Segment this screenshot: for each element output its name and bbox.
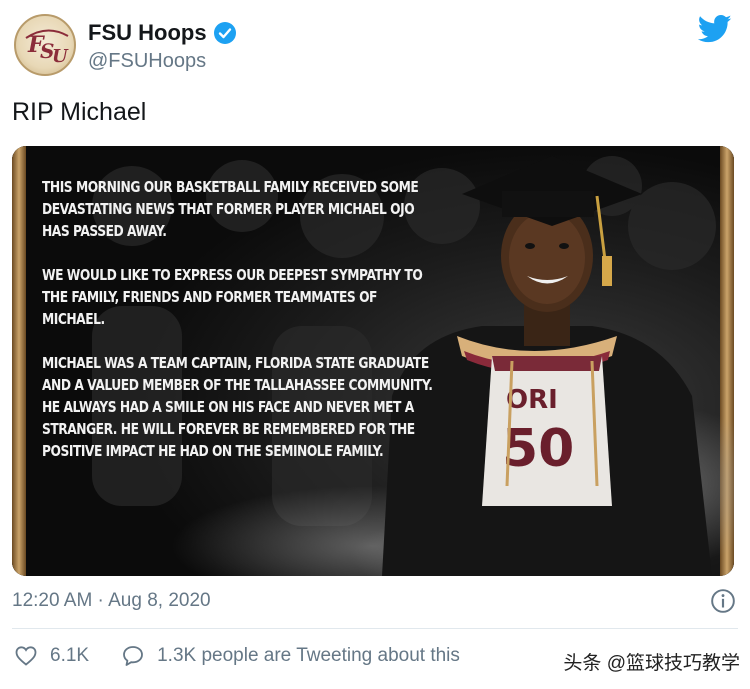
tweet-card: F S U FSU Hoops @FSUHoops RIP Michael OR… [0, 0, 750, 689]
avatar[interactable]: F S U [14, 14, 76, 76]
memorial-paragraph-2: We would like to express our deepest sym… [42, 266, 423, 328]
twitter-bird-icon[interactable] [698, 14, 732, 44]
memorial-paragraph-1: This morning our basketball family recei… [42, 178, 419, 240]
display-name[interactable]: FSU Hoops [88, 20, 207, 46]
fsu-logo-icon: F S U [25, 29, 69, 67]
discussion-text: 1.3K people are Tweeting about this [157, 645, 460, 666]
svg-text:U: U [52, 46, 69, 67]
watermark: 头条 @篮球技巧教学 [563, 653, 740, 674]
jersey-number: 50 [502, 419, 574, 479]
tweet-image[interactable]: ORI 50 This morning our basketball famil… [12, 146, 734, 576]
tweet-timestamp[interactable]: 12:20 AM · Aug 8, 2020 [12, 590, 211, 612]
info-icon[interactable] [710, 588, 736, 614]
tweet-text: RIP Michael [12, 98, 147, 126]
verified-badge-icon [213, 22, 236, 44]
heart-icon [15, 646, 37, 666]
name-row: FSU Hoops [88, 20, 237, 46]
memorial-text: This morning our basketball family recei… [42, 176, 433, 484]
memorial-paragraph-3: Michael was a team captain, Florida Stat… [42, 354, 433, 460]
handle[interactable]: @FSUHoops [88, 50, 206, 73]
discussion-link[interactable]: 1.3K people are Tweeting about this [121, 644, 460, 668]
divider [12, 628, 738, 629]
engagement-bar: 6.1K 1.3K people are Tweeting about this [14, 644, 492, 668]
like-count: 6.1K [50, 645, 90, 666]
speech-bubble-icon [123, 646, 143, 666]
like-button[interactable]: 6.1K [14, 644, 89, 668]
jersey-text: ORI [506, 385, 558, 415]
